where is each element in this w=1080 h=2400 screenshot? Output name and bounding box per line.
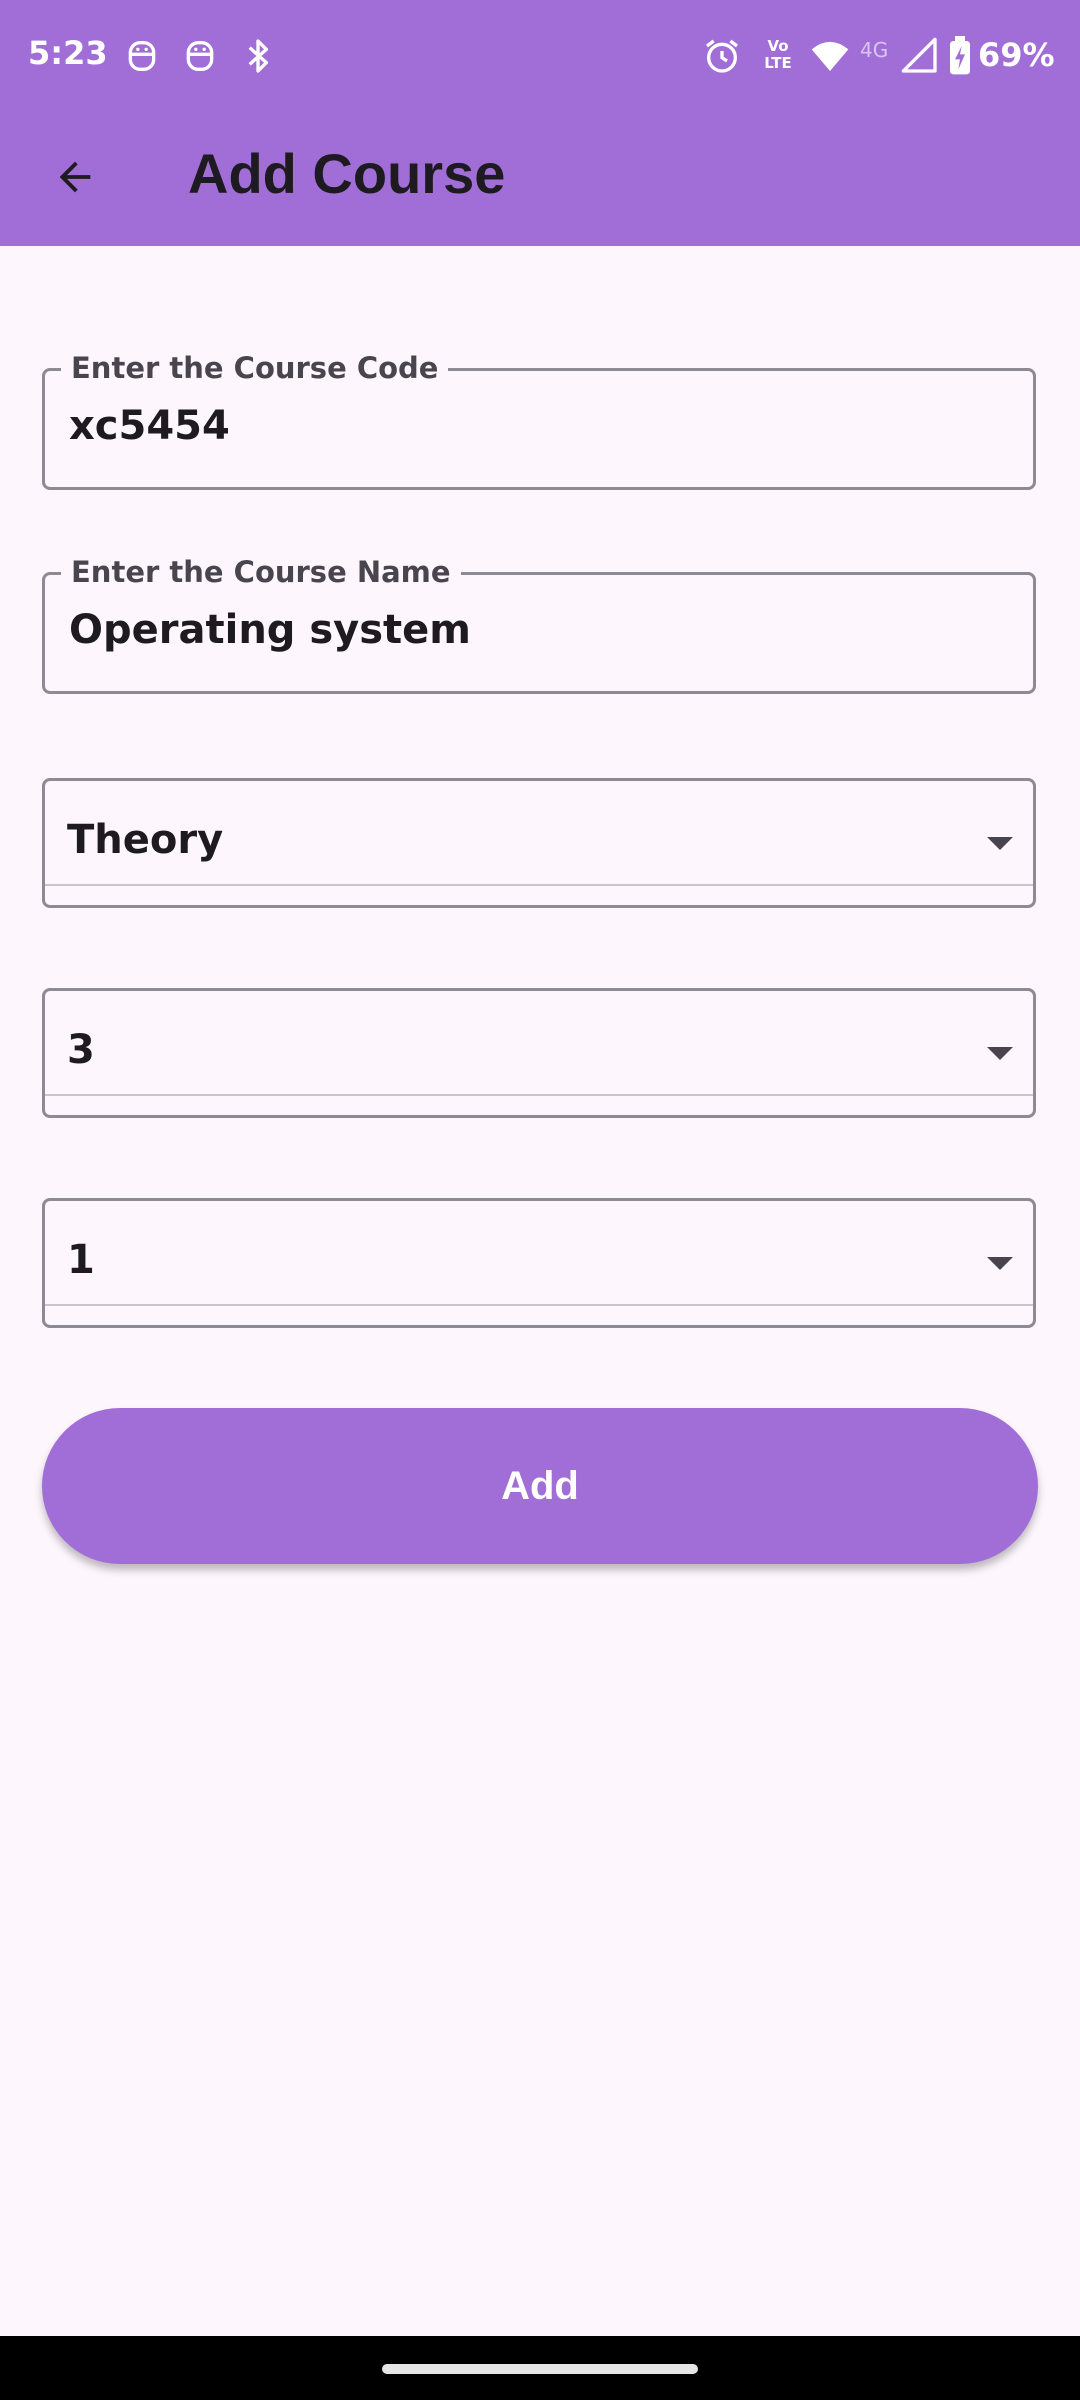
- course-name-label: Enter the Course Name: [61, 553, 461, 591]
- course-type-dropdown[interactable]: Theory: [42, 778, 1036, 908]
- navigation-bar: [0, 2336, 1080, 2400]
- arrow-back-icon: [52, 154, 98, 205]
- bluetooth-icon: [238, 36, 278, 76]
- battery-level: 69%: [978, 36, 1055, 74]
- course-type-value: Theory: [67, 817, 224, 863]
- dropdown-arrow-icon: [987, 1257, 1013, 1270]
- alarm-icon: [702, 36, 742, 76]
- course-code-input[interactable]: xc5454: [69, 403, 230, 449]
- home-gesture-handle[interactable]: [382, 2364, 698, 2374]
- network-type: 4G: [860, 38, 889, 62]
- dropdown-underline: [45, 1304, 1033, 1306]
- back-button[interactable]: [40, 144, 110, 214]
- credits-dropdown[interactable]: 3: [42, 988, 1036, 1118]
- wifi-icon: [810, 36, 850, 76]
- battery-charging-icon: [946, 36, 974, 76]
- status-bar: 5:23 Vo LTE 4G 69%: [0, 0, 1080, 116]
- third-dropdown[interactable]: 1: [42, 1198, 1036, 1328]
- dropdown-arrow-icon: [987, 837, 1013, 850]
- volte-icon: Vo LTE: [764, 37, 792, 72]
- status-time: 5:23: [28, 34, 108, 72]
- app-bar: 5:23 Vo LTE 4G 69% Add Course: [0, 0, 1080, 246]
- third-dropdown-value: 1: [67, 1237, 95, 1283]
- robot-icon: [180, 36, 220, 76]
- robot-icon: [122, 36, 162, 76]
- toolbar: Add Course: [0, 116, 1080, 246]
- course-code-label: Enter the Course Code: [61, 349, 449, 387]
- course-name-input[interactable]: Operating system: [69, 607, 471, 653]
- course-name-field[interactable]: Enter the Course Name Operating system: [42, 553, 1036, 694]
- course-code-field[interactable]: Enter the Course Code xc5454: [42, 349, 1036, 490]
- credits-value: 3: [67, 1027, 95, 1073]
- dropdown-underline: [45, 1094, 1033, 1096]
- signal-icon: [900, 36, 940, 76]
- add-button[interactable]: Add: [42, 1408, 1038, 1564]
- dropdown-arrow-icon: [987, 1047, 1013, 1060]
- dropdown-underline: [45, 884, 1033, 886]
- page-title: Add Course: [188, 142, 506, 205]
